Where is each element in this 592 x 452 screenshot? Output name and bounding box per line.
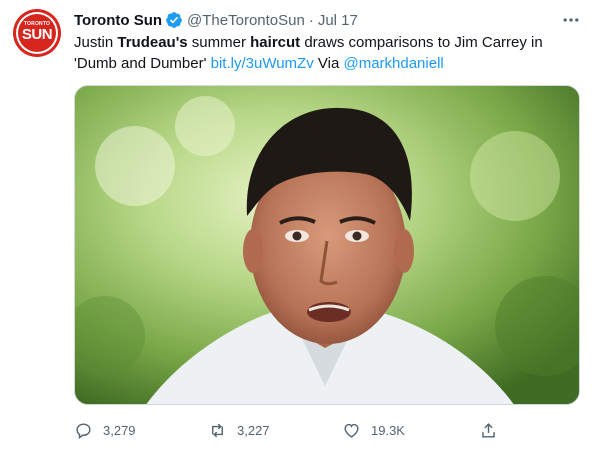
tweet-header: Toronto Sun @TheTorontoSun · Jul 17 — [74, 10, 358, 30]
reply-icon — [76, 422, 91, 439]
text-segment: Via — [313, 55, 344, 72]
photo-image-icon — [75, 86, 579, 404]
retweet-button[interactable]: 3,227 — [208, 418, 270, 442]
tweet-link[interactable]: bit.ly/3uWumZv — [211, 55, 314, 72]
tweet[interactable]: TORONTO SUN Toronto Sun @TheTorontoSun ·… — [0, 0, 592, 452]
text-bold-segment: haircut — [250, 34, 301, 51]
retweet-count: 3,227 — [237, 422, 270, 438]
text-segment: summer — [187, 34, 251, 51]
share-button[interactable] — [479, 418, 498, 442]
text-segment: Justin — [74, 34, 118, 51]
reply-count: 3,279 — [103, 422, 136, 438]
tweet-text: Justin Trudeau's summer haircut draws co… — [74, 32, 574, 74]
like-button[interactable]: 19.3K — [342, 418, 405, 442]
avatar[interactable]: TORONTO SUN — [13, 9, 61, 57]
tweet-actions: 3,279 3,227 19.3K — [74, 418, 580, 442]
separator-dot: · — [308, 11, 314, 29]
avatar-logo-text: SUN — [21, 26, 53, 43]
text-bold-segment: Trudeau's — [117, 34, 188, 51]
reply-button[interactable]: 3,279 — [74, 418, 136, 442]
mention-link[interactable]: @markhdaniell — [343, 55, 443, 72]
tweet-date[interactable]: Jul 17 — [318, 12, 358, 29]
heart-icon — [344, 423, 359, 438]
more-options-icon[interactable] — [560, 10, 582, 30]
retweet-icon — [212, 423, 223, 437]
author-display-name[interactable]: Toronto Sun — [74, 12, 162, 29]
share-icon — [482, 422, 495, 438]
verified-badge-icon — [165, 11, 183, 29]
tweet-photo[interactable] — [74, 85, 580, 405]
like-count: 19.3K — [371, 422, 405, 438]
author-handle[interactable]: @TheTorontoSun — [187, 12, 305, 29]
